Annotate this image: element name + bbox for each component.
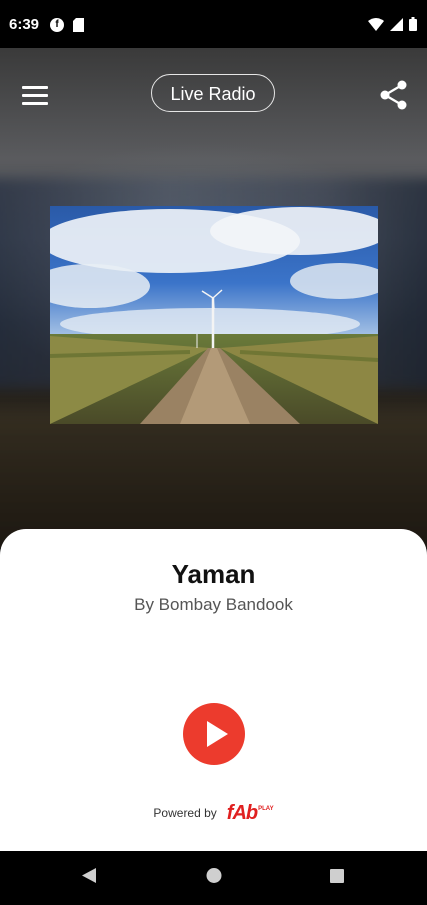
- play-icon: [207, 721, 228, 747]
- recents-icon[interactable]: [307, 851, 367, 900]
- track-artist: By Bombay Bandook: [134, 595, 293, 614]
- cellular-signal-icon: [390, 17, 403, 31]
- f-icon: f: [50, 18, 64, 32]
- track-title: Yaman: [171, 559, 256, 589]
- powered-by: Powered by fAb PLAY: [0, 801, 427, 825]
- system-navigation-bar: [0, 851, 427, 900]
- hamburger-menu-icon[interactable]: [22, 86, 48, 106]
- now-playing-panel: Yaman By Bombay Bandook Powered by fAb P…: [0, 529, 427, 851]
- fab-logo-sub: PLAY: [258, 805, 274, 812]
- album-art: [50, 206, 378, 424]
- status-right-icons: [368, 17, 417, 31]
- fab-play-logo: fAb PLAY: [227, 802, 274, 825]
- powered-by-label: Powered by: [153, 806, 217, 820]
- battery-icon: [409, 17, 417, 31]
- background-blur-ground: [0, 408, 427, 548]
- play-button[interactable]: [183, 703, 245, 765]
- back-icon[interactable]: [60, 851, 120, 900]
- live-radio-button[interactable]: Live Radio: [151, 74, 275, 112]
- fab-logo-text: fAb: [226, 801, 258, 824]
- album-art-image: [50, 206, 378, 424]
- home-icon[interactable]: [184, 851, 244, 900]
- sd-card-icon: [73, 18, 84, 32]
- share-icon[interactable]: [380, 80, 408, 110]
- status-bar: 6:39 f: [0, 0, 427, 48]
- player-background: Live Radio: [0, 48, 427, 548]
- status-time: 6:39: [9, 16, 40, 33]
- wifi-icon: [368, 17, 384, 31]
